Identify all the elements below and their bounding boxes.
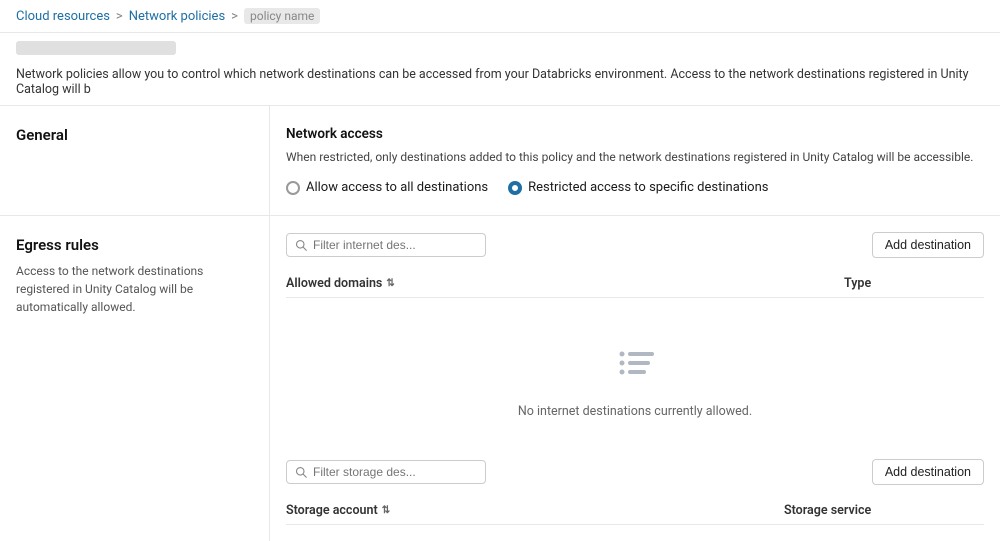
egress-sidebar: Egress rules Access to the network desti… [0, 216, 270, 541]
allowed-domains-sort-icon[interactable]: ⇅ [386, 278, 394, 289]
storage-filter-wrapper[interactable] [286, 460, 486, 484]
breadcrumb-policy-name: policy name [244, 8, 320, 24]
egress-section: Egress rules Access to the network desti… [0, 216, 1000, 541]
storage-filter-row: Add destination [286, 459, 984, 485]
radio-restricted[interactable]: Restricted access to specific destinatio… [508, 180, 768, 195]
network-access-desc: When restricted, only destinations added… [286, 148, 984, 166]
egress-content: Add destination Allowed domains ⇅ Type [270, 216, 1000, 541]
general-sidebar: General [0, 106, 270, 215]
breadcrumb-network-policies[interactable]: Network policies [129, 9, 225, 24]
col-type-header: Type [844, 276, 984, 291]
storage-account-label: Storage account [286, 503, 378, 518]
egress-title: Egress rules [16, 236, 253, 254]
radio-group: Allow access to all destinations Restric… [286, 180, 984, 195]
breadcrumb: Cloud resources > Network policies > pol… [0, 0, 1000, 33]
page-title-placeholder [16, 41, 176, 55]
general-title: General [16, 126, 253, 144]
radio-circle-allow-all [286, 181, 300, 195]
breadcrumb-cloud-resources[interactable]: Cloud resources [16, 9, 110, 24]
info-bar: Network policies allow you to control wh… [0, 59, 1000, 106]
radio-label-restricted: Restricted access to specific destinatio… [528, 180, 768, 195]
storage-account-sort-icon[interactable]: ⇅ [382, 505, 390, 516]
internet-empty-text: No internet destinations currently allow… [518, 404, 752, 419]
egress-description: Access to the network destinations regis… [16, 262, 253, 316]
search-icon [295, 239, 307, 251]
internet-filter-wrapper[interactable] [286, 233, 486, 257]
info-bar-text: Network policies allow you to control wh… [16, 67, 969, 97]
allowed-domains-label: Allowed domains [286, 276, 382, 291]
storage-section: Add destination Storage account ⇅ Storag… [286, 459, 984, 525]
internet-empty-state: No internet destinations currently allow… [286, 298, 984, 459]
general-section: General Network access When restricted, … [0, 106, 1000, 215]
col-storage-service-header: Storage service [784, 503, 984, 518]
empty-state-icon [610, 338, 660, 392]
col-storage-account-header: Storage account ⇅ [286, 503, 784, 518]
storage-table-header: Storage account ⇅ Storage service [286, 497, 984, 525]
radio-label-allow-all: Allow access to all destinations [306, 180, 488, 195]
general-content: Network access When restricted, only des… [270, 106, 1000, 215]
internet-table-header: Allowed domains ⇅ Type [286, 270, 984, 298]
add-storage-destination-button[interactable]: Add destination [872, 459, 984, 485]
breadcrumb-sep1: > [116, 9, 123, 24]
storage-filter-input[interactable] [313, 465, 477, 479]
col-allowed-domains-header: Allowed domains ⇅ [286, 276, 844, 291]
radio-allow-all[interactable]: Allow access to all destinations [286, 180, 488, 195]
radio-circle-restricted [508, 181, 522, 195]
network-access-title: Network access [286, 126, 984, 142]
page-title-area [0, 33, 1000, 59]
internet-filter-input[interactable] [313, 238, 477, 252]
add-internet-destination-button[interactable]: Add destination [872, 232, 984, 258]
internet-filter-row: Add destination [286, 232, 984, 258]
breadcrumb-sep2: > [231, 9, 238, 24]
storage-search-icon [295, 466, 307, 478]
